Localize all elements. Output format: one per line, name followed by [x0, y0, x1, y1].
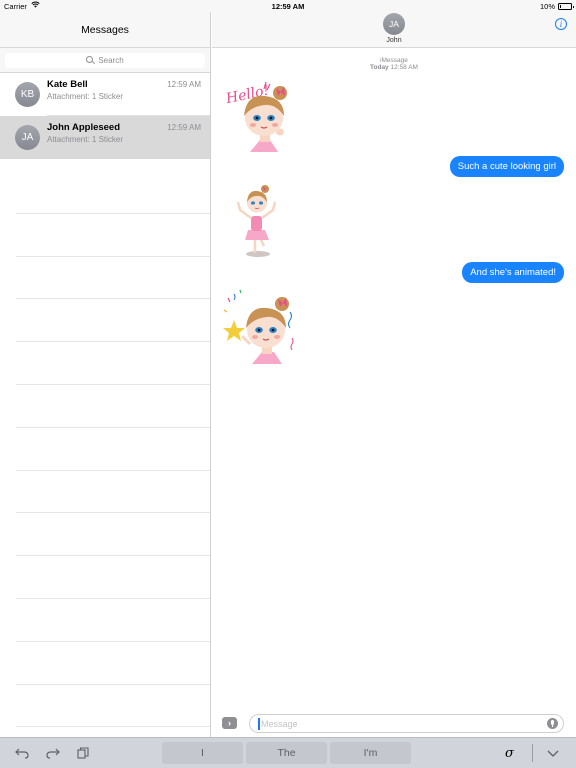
compose-bar: ›	[212, 706, 576, 737]
undo-icon[interactable]	[15, 747, 29, 762]
message-input[interactable]	[261, 717, 531, 731]
list-divider	[16, 685, 210, 728]
contact-name[interactable]: John	[212, 37, 576, 44]
sidebar-title: Messages	[81, 24, 129, 36]
conversation-list-pane: Messages Search KB Kate Bell 12:59 AM At…	[0, 12, 211, 737]
list-divider	[16, 171, 210, 214]
message-bubble[interactable]: Such a cute looking girl	[449, 156, 564, 177]
suggestion-2[interactable]: The	[246, 742, 327, 764]
search-icon	[86, 56, 95, 65]
message-transcript: iMessage Today 12:58 AM Hello! Such a cu…	[212, 48, 576, 706]
timestamp: Today 12:58 AM	[212, 64, 576, 71]
microphone-icon[interactable]	[547, 718, 558, 729]
status-time: 12:59 AM	[271, 2, 305, 11]
list-divider	[16, 257, 210, 300]
search-bar: Search	[0, 48, 210, 73]
redo-icon[interactable]	[46, 747, 60, 762]
sticker-hello[interactable]: Hello!	[222, 76, 302, 154]
info-icon[interactable]: i	[555, 18, 567, 30]
sticker-ballerina[interactable]	[234, 182, 280, 258]
divider	[532, 744, 533, 762]
list-divider	[16, 342, 210, 385]
list-divider	[16, 513, 210, 557]
battery-icon	[558, 3, 574, 10]
list-divider	[16, 299, 210, 343]
conversation-time: 12:59 AM	[167, 123, 201, 132]
list-divider	[16, 642, 210, 685]
suggestion-1[interactable]: I	[162, 742, 243, 764]
paste-icon[interactable]	[77, 747, 89, 762]
list-divider	[16, 214, 210, 257]
list-divider	[16, 556, 210, 599]
chevron-down-icon[interactable]	[546, 746, 560, 760]
conversation-time: 12:59 AM	[167, 80, 201, 89]
date-time: 12:58 AM	[390, 64, 418, 71]
keyboard-shortcut-bar: I The I'm σ	[0, 737, 576, 768]
list-divider	[16, 471, 210, 514]
contact-avatar[interactable]: JA	[383, 13, 405, 35]
conversation-preview: Attachment: 1 Sticker	[47, 135, 124, 144]
list-divider	[16, 428, 210, 471]
suggestion-3[interactable]: I'm	[330, 742, 411, 764]
list-divider	[16, 385, 210, 428]
list-divider	[16, 599, 210, 642]
conversation-name: Kate Bell	[47, 79, 88, 90]
search-input[interactable]: Search	[5, 53, 205, 68]
avatar: KB	[15, 82, 40, 107]
sticker-confetti[interactable]	[220, 288, 300, 366]
handwriting-icon[interactable]: σ	[505, 746, 514, 761]
battery-level	[560, 5, 561, 8]
conversation-preview: Attachment: 1 Sticker	[47, 92, 124, 101]
service-label: iMessage	[380, 57, 408, 64]
empty-list-rows	[16, 171, 210, 728]
text-cursor	[258, 718, 260, 730]
status-bar: Carrier 12:59 AM 10%	[0, 0, 576, 12]
conversation-item-kate-bell[interactable]: KB Kate Bell 12:59 AM Attachment: 1 Stic…	[0, 73, 210, 116]
conversation-name: John Appleseed	[47, 122, 121, 133]
date-label: Today	[370, 64, 389, 71]
conversation-item-john-appleseed[interactable]: JA John Appleseed 12:59 AM Attachment: 1…	[0, 116, 210, 159]
expand-apps-button[interactable]: ›	[222, 717, 237, 729]
message-bubble[interactable]: And she's animated!	[462, 262, 564, 283]
avatar: JA	[15, 125, 40, 150]
sidebar-header: Messages	[0, 12, 210, 48]
battery-status: 10%	[539, 2, 574, 11]
message-field[interactable]	[249, 714, 564, 733]
conversation-header: JA John i	[212, 12, 576, 48]
search-placeholder: Search	[98, 56, 124, 65]
battery-percent: 10%	[539, 2, 555, 11]
